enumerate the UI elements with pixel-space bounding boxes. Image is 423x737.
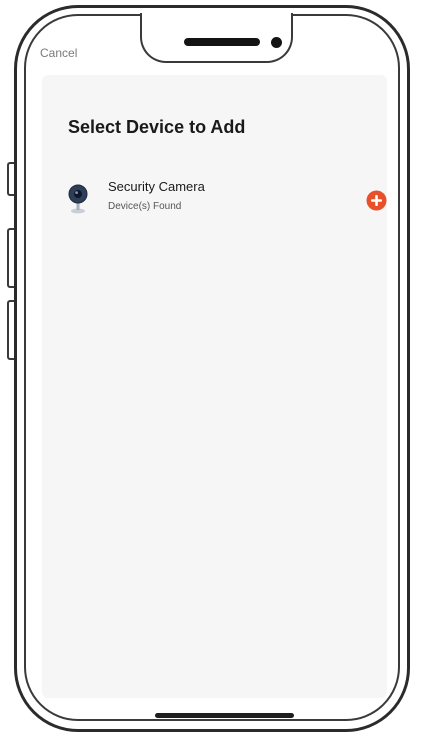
cancel-button[interactable]: Cancel xyxy=(40,46,80,60)
page-title: Select Device to Add xyxy=(68,117,246,137)
plus-circle-icon xyxy=(366,190,387,211)
device-name: Security Camera xyxy=(108,179,205,194)
phone-mockup: Cancel Select Device to Add Security Cam… xyxy=(0,0,423,737)
front-camera xyxy=(271,37,282,48)
device-list-item[interactable]: Security Camera Device(s) Found xyxy=(62,175,392,223)
security-camera-icon xyxy=(66,183,90,217)
home-indicator xyxy=(155,713,294,718)
device-status: Device(s) Found xyxy=(108,201,182,212)
speaker-grille xyxy=(184,38,260,46)
app-screen xyxy=(42,75,387,698)
add-device-button[interactable] xyxy=(366,190,387,211)
